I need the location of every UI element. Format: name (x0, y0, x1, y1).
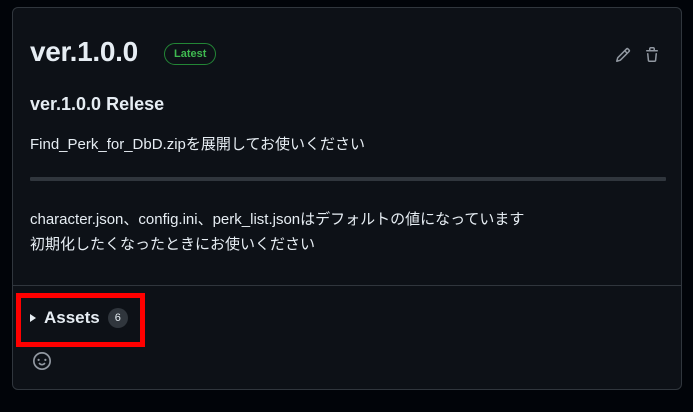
assets-count-badge: 6 (107, 308, 128, 328)
assets-toggle[interactable]: Assets 6 (30, 308, 128, 328)
horizontal-rule (30, 177, 666, 181)
assets-label: Assets (44, 308, 100, 327)
smiley-icon (33, 352, 51, 370)
trash-icon (646, 47, 658, 62)
edit-release-button[interactable] (614, 46, 632, 64)
release-body-heading: ver.1.0.0 Relese (30, 94, 165, 114)
section-divider (13, 285, 681, 286)
delete-release-button[interactable] (643, 46, 661, 64)
release-note-line: Find_Perk_for_DbD.zipを展開してお使いください (30, 136, 366, 153)
pencil-icon (615, 47, 631, 63)
latest-badge: Latest (164, 43, 217, 65)
add-reaction-button[interactable] (32, 351, 52, 371)
release-note-line: 初期化したくなったときにお使いください (30, 236, 316, 253)
release-note-line: character.json、config.ini、perk_list.json… (30, 211, 525, 228)
release-card: ver.1.0.0 Latest ver.1.0.0 Relese Find_P… (12, 7, 682, 390)
caret-right-icon (30, 314, 36, 322)
release-title[interactable]: ver.1.0.0 (30, 36, 138, 68)
